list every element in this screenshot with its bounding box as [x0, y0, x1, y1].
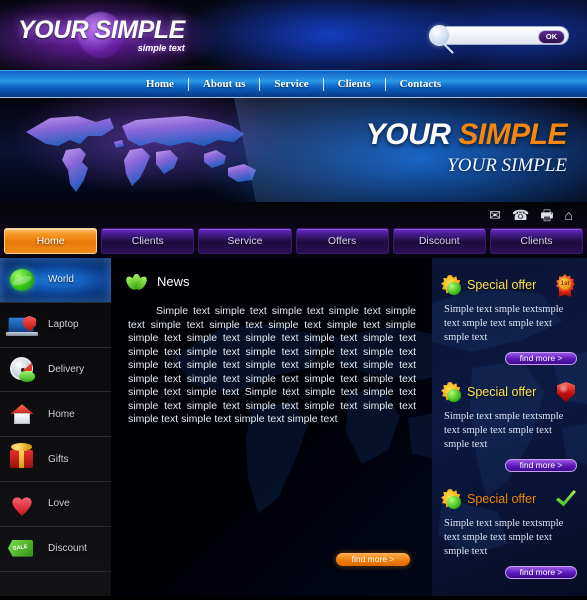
- logo-title: YOUR SIMPLE: [18, 16, 185, 44]
- page-root: YOUR SIMPLE simple text OK Home About us…: [0, 0, 587, 600]
- sidebar-item-label: Gifts: [48, 453, 69, 465]
- gift-icon: [6, 443, 40, 474]
- news-panel: News Simple text simple text simple text…: [112, 258, 432, 596]
- sunburst-globe-icon: [440, 381, 462, 403]
- sale-tag-icon: SALE: [6, 534, 40, 564]
- contact-icon-strip: ✉ ☎ 🖶 ⌂: [0, 202, 587, 228]
- offer-find-more-button[interactable]: find more >: [505, 459, 577, 472]
- offer-text: Simple text smple textsmple text smple t…: [444, 518, 564, 557]
- tab-clients[interactable]: Clients: [101, 228, 195, 254]
- news-title: News: [157, 273, 190, 289]
- sidebar-item-label: Discount: [48, 543, 87, 555]
- tab-home[interactable]: Home: [4, 228, 98, 254]
- search-icon[interactable]: [429, 25, 450, 46]
- sidebar-item-label: Love: [48, 498, 70, 510]
- sunburst-globe-icon: [440, 488, 462, 510]
- page-footer: [0, 596, 587, 600]
- world-map-graphic: [26, 116, 256, 192]
- category-sidebar: World Laptop Delivery Home Gifts Love SA…: [0, 258, 112, 596]
- nav-item-home[interactable]: Home: [132, 78, 188, 90]
- nav-item-about-us[interactable]: About us: [189, 78, 260, 90]
- globe-icon: [6, 265, 40, 295]
- sidebar-item-label: Delivery: [48, 363, 85, 375]
- search-box[interactable]: OK: [429, 25, 569, 54]
- first-place-rosette-icon: 1st: [555, 274, 577, 297]
- search-input[interactable]: [458, 29, 546, 44]
- search-field[interactable]: OK: [439, 26, 569, 45]
- news-header: News: [112, 258, 432, 292]
- nav-item-contacts[interactable]: Contacts: [386, 78, 456, 90]
- search-ok-button[interactable]: OK: [538, 29, 565, 44]
- offer-title: Special offer: [467, 278, 537, 292]
- offer-title: Special offer: [467, 492, 537, 506]
- nav-item-service[interactable]: Service: [260, 78, 322, 90]
- mail-icon[interactable]: ✉: [489, 208, 501, 222]
- special-offers-panel: Special offer 1st Simple text smple text…: [432, 258, 587, 596]
- offer-find-more-button[interactable]: find more >: [505, 566, 577, 579]
- house-icon: [6, 399, 40, 429]
- nav-item-clients[interactable]: Clients: [324, 78, 385, 90]
- sidebar-item-world[interactable]: World: [0, 258, 111, 303]
- sidebar-item-love[interactable]: Love: [0, 482, 111, 527]
- news-body-text: Simple text simple text simple text simp…: [128, 305, 416, 425]
- offer-title: Special offer: [467, 385, 537, 399]
- offer-item[interactable]: Special offer 1st Simple text smple text…: [432, 258, 587, 365]
- heart-icon: [6, 489, 40, 519]
- hero-title-white: YOUR: [365, 118, 451, 151]
- tab-offers[interactable]: Offers: [295, 228, 389, 254]
- sidebar-item-discount[interactable]: SALE Discount: [0, 527, 111, 572]
- tab-discount[interactable]: Discount: [392, 228, 486, 254]
- hero-title-orange: SIMPLE: [458, 118, 567, 151]
- phone-icon[interactable]: ☎: [512, 208, 529, 222]
- tab-service[interactable]: Service: [198, 228, 292, 254]
- sidebar-item-laptop[interactable]: Laptop: [0, 303, 111, 348]
- content-area: World Laptop Delivery Home Gifts Love SA…: [0, 258, 587, 596]
- shield-icon: [555, 381, 577, 403]
- offer-text: Simple text smple textsmple text smple t…: [444, 304, 564, 343]
- section-tab-bar: Home Clients Service Offers Discount Cli…: [0, 228, 587, 258]
- offer-item[interactable]: Special offer Simple text smple textsmpl…: [432, 365, 587, 472]
- sidebar-item-label: Laptop: [48, 319, 79, 331]
- hero-heading: YOUR SIMPLE YOUR SIMPLE: [365, 118, 568, 177]
- check-icon: [555, 488, 577, 510]
- sunburst-globe-icon: [440, 274, 462, 296]
- offer-find-more-button[interactable]: find more >: [505, 352, 577, 365]
- offer-header: Special offer 1st: [440, 274, 577, 297]
- offer-item[interactable]: Special offer Simple text smple textsmpl…: [432, 472, 587, 579]
- sidebar-item-home[interactable]: Home: [0, 392, 111, 438]
- sidebar-item-label: World: [48, 274, 74, 286]
- sale-tag-text: SALE: [12, 544, 29, 553]
- site-logo[interactable]: YOUR SIMPLE simple text: [18, 16, 185, 53]
- sidebar-item-label: Home: [48, 408, 75, 420]
- laptop-icon: [6, 310, 40, 340]
- timer-icon: [6, 354, 40, 384]
- sidebar-item-gifts[interactable]: Gifts: [0, 437, 111, 482]
- offer-header: Special offer: [440, 488, 577, 510]
- offer-header: Special offer: [440, 381, 577, 403]
- hero-banner: YOUR SIMPLE YOUR SIMPLE: [0, 98, 587, 202]
- hero-subtitle: YOUR SIMPLE: [447, 155, 567, 176]
- tab-clients-2[interactable]: Clients: [489, 228, 584, 254]
- news-find-more-button[interactable]: find more >: [336, 553, 410, 566]
- home-icon[interactable]: ⌂: [565, 208, 573, 222]
- leaf-icon: [123, 271, 150, 292]
- sidebar-item-delivery[interactable]: Delivery: [0, 348, 111, 393]
- rosette-label: 1st: [559, 278, 571, 290]
- offer-text: Simple text smple textsmple text smple t…: [444, 411, 564, 450]
- site-header: YOUR SIMPLE simple text OK: [0, 0, 587, 70]
- primary-navigation: Home About us Service Clients Contacts: [0, 70, 587, 101]
- print-icon[interactable]: 🖶: [540, 208, 553, 222]
